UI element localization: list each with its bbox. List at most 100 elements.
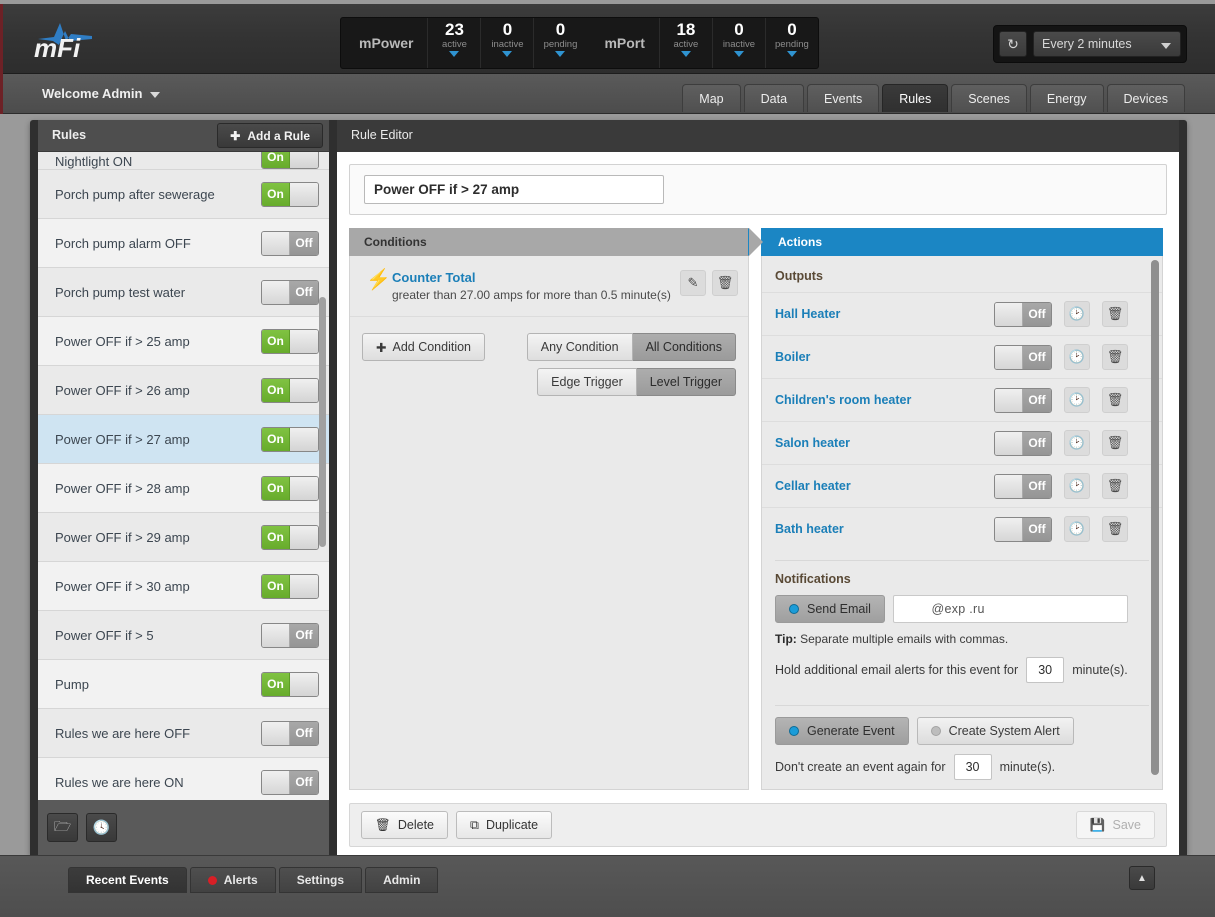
condition-item[interactable]: ⚡ Counter Total greater than 27.00 amps … bbox=[350, 256, 748, 317]
rule-toggle[interactable]: Off bbox=[261, 720, 319, 746]
create-system-alert-button[interactable]: Create System Alert bbox=[916, 717, 1074, 745]
output-name[interactable]: Boiler bbox=[775, 350, 994, 364]
trash-icon[interactable]: 🗑 bbox=[1102, 516, 1128, 542]
output-toggle[interactable]: Off bbox=[994, 430, 1052, 456]
add-rule-button[interactable]: ✚ Add a Rule bbox=[217, 123, 323, 148]
rule-toggle[interactable]: On bbox=[261, 426, 319, 452]
rule-toggle[interactable]: On bbox=[261, 328, 319, 354]
list-item[interactable]: Power OFF if > 25 amp On bbox=[38, 317, 329, 366]
output-name[interactable]: Children's room heater bbox=[775, 393, 994, 407]
output-toggle[interactable]: Off bbox=[994, 473, 1052, 499]
tab-map[interactable]: Map bbox=[682, 84, 741, 112]
list-item[interactable]: Power OFF if > 5 Off bbox=[38, 611, 329, 660]
clock-icon[interactable]: 🕓 bbox=[86, 813, 117, 842]
stat-mpower-pending[interactable]: 0 pending bbox=[533, 18, 586, 68]
tab-recent-events[interactable]: Recent Events bbox=[68, 867, 187, 893]
refresh-interval-select[interactable]: Every 2 minutes bbox=[1033, 31, 1181, 57]
refresh-icon[interactable]: ↻ bbox=[999, 31, 1027, 57]
chevron-up-icon[interactable]: ▲ bbox=[1129, 866, 1155, 890]
output-name[interactable]: Bath heater bbox=[775, 522, 994, 536]
tab-devices[interactable]: Devices bbox=[1106, 84, 1185, 112]
level-trigger-button[interactable]: Level Trigger bbox=[636, 368, 736, 396]
list-item[interactable]: Porch pump test water Off bbox=[38, 268, 329, 317]
rule-toggle[interactable]: On bbox=[261, 671, 319, 697]
clock-icon[interactable]: 🕑 bbox=[1064, 301, 1090, 327]
stat-mport-pending[interactable]: 0 pending bbox=[764, 18, 818, 68]
event-hold-input[interactable] bbox=[953, 754, 992, 780]
clock-icon[interactable]: 🕑 bbox=[1064, 344, 1090, 370]
email-input[interactable]: arev@exp .ru bbox=[892, 595, 1128, 623]
tab-energy[interactable]: Energy bbox=[1029, 84, 1104, 112]
clock-icon[interactable]: 🕑 bbox=[1064, 387, 1090, 413]
rule-toggle[interactable]: On bbox=[261, 377, 319, 403]
rule-toggle[interactable]: Off bbox=[261, 279, 319, 305]
clock-icon[interactable]: 🕑 bbox=[1064, 516, 1090, 542]
trash-icon[interactable]: 🗑 bbox=[712, 270, 738, 296]
output-name[interactable]: Cellar heater bbox=[775, 479, 994, 493]
save-button[interactable]: 💾 Save bbox=[1075, 811, 1155, 839]
folder-icon[interactable]: 🗁 bbox=[47, 813, 78, 842]
trash-icon[interactable]: 🗑 bbox=[1102, 430, 1128, 456]
any-condition-button[interactable]: Any Condition bbox=[526, 333, 633, 361]
rule-toggle[interactable]: On bbox=[261, 573, 319, 599]
rule-toggle[interactable]: Off bbox=[261, 622, 319, 648]
stat-mport-active[interactable]: 18 active bbox=[658, 18, 712, 68]
sidebar-scrollbar[interactable] bbox=[319, 297, 326, 547]
output-name[interactable]: Salon heater bbox=[775, 436, 994, 450]
trash-icon[interactable]: 🗑 bbox=[1102, 473, 1128, 499]
tab-data[interactable]: Data bbox=[743, 84, 805, 112]
stat-mport-inactive[interactable]: 0 inactive bbox=[711, 18, 765, 68]
tab-rules[interactable]: Rules bbox=[882, 84, 949, 112]
trash-icon[interactable]: 🗑 bbox=[1102, 301, 1128, 327]
trash-icon[interactable]: 🗑 bbox=[1102, 387, 1128, 413]
rule-toggle[interactable]: Off bbox=[261, 769, 319, 795]
list-item[interactable]: Porch pump after sewerage On bbox=[38, 170, 329, 219]
stat-mpower-active[interactable]: 23 active bbox=[427, 18, 480, 68]
rule-toggle[interactable]: On bbox=[261, 475, 319, 501]
output-name[interactable]: Hall Heater bbox=[775, 307, 994, 321]
rules-list[interactable]: Nightlight ON On Porch pump after sewera… bbox=[38, 152, 329, 832]
list-item[interactable]: Power OFF if > 26 amp On bbox=[38, 366, 329, 415]
tab-admin[interactable]: Admin bbox=[365, 867, 439, 893]
output-toggle[interactable]: Off bbox=[994, 301, 1052, 327]
actions-scrollbar[interactable] bbox=[1151, 260, 1159, 775]
list-item[interactable]: Pump On bbox=[38, 660, 329, 709]
delete-button[interactable]: 🗑 Delete bbox=[361, 811, 449, 839]
output-toggle[interactable]: Off bbox=[994, 387, 1052, 413]
user-menu[interactable]: Welcome Admin bbox=[42, 86, 161, 101]
list-item[interactable]: Power OFF if > 29 amp On bbox=[38, 513, 329, 562]
condition-title[interactable]: Counter Total bbox=[392, 270, 674, 285]
clock-icon[interactable]: 🕑 bbox=[1064, 473, 1090, 499]
list-item[interactable]: Power OFF if > 30 amp On bbox=[38, 562, 329, 611]
caret-down-icon bbox=[555, 51, 566, 57]
tab-events[interactable]: Events bbox=[807, 84, 880, 112]
all-conditions-button[interactable]: All Conditions bbox=[632, 333, 736, 361]
generate-event-button[interactable]: Generate Event bbox=[775, 717, 909, 745]
rule-name-input[interactable] bbox=[364, 175, 664, 204]
tab-settings[interactable]: Settings bbox=[278, 867, 363, 893]
list-item[interactable]: Power OFF if > 28 amp On bbox=[38, 464, 329, 513]
tab-scenes[interactable]: Scenes bbox=[951, 84, 1027, 112]
edge-trigger-button[interactable]: Edge Trigger bbox=[537, 368, 637, 396]
list-item[interactable]: Nightlight ON On bbox=[38, 152, 329, 170]
list-item[interactable]: Rules we are here OFF Off bbox=[38, 709, 329, 758]
rule-toggle[interactable]: Off bbox=[261, 230, 319, 256]
output-toggle[interactable]: Off bbox=[994, 516, 1052, 542]
output-toggle[interactable]: Off bbox=[994, 344, 1052, 370]
trash-icon[interactable]: 🗑 bbox=[1102, 344, 1128, 370]
send-email-button[interactable]: Send Email bbox=[775, 595, 885, 623]
rule-toggle[interactable]: On bbox=[261, 152, 319, 169]
add-rule-label: Add a Rule bbox=[247, 128, 310, 143]
stat-mpower-inactive[interactable]: 0 inactive bbox=[480, 18, 533, 68]
rule-toggle[interactable]: On bbox=[261, 181, 319, 207]
add-condition-button[interactable]: ✚ Add Condition bbox=[362, 333, 486, 361]
tab-alerts[interactable]: Alerts bbox=[189, 867, 276, 893]
list-item-selected[interactable]: Power OFF if > 27 amp On bbox=[38, 415, 329, 464]
rule-toggle[interactable]: On bbox=[261, 524, 319, 550]
list-item[interactable]: Porch pump alarm OFF Off bbox=[38, 219, 329, 268]
actions-body: Outputs Hall Heater Off 🕑 🗑 Boiler Off 🕑… bbox=[761, 256, 1163, 790]
pencil-icon[interactable]: ✎ bbox=[680, 270, 706, 296]
duplicate-button[interactable]: ⧉ Duplicate bbox=[456, 811, 553, 839]
hold-alerts-input[interactable] bbox=[1026, 657, 1065, 683]
clock-icon[interactable]: 🕑 bbox=[1064, 430, 1090, 456]
